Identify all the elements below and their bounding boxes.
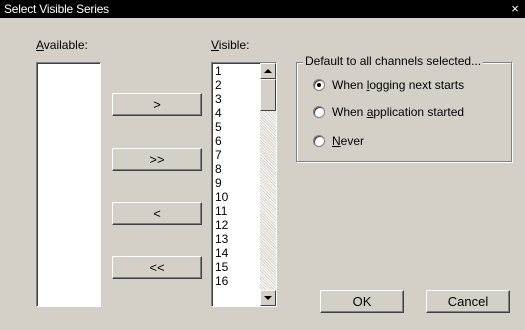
list-item[interactable]: 6	[215, 135, 222, 147]
radio-label-never[interactable]: Never	[332, 134, 364, 148]
dialog-window: Select Visible Series × Available: > >> …	[0, 0, 525, 330]
remove-button[interactable]: <	[112, 202, 202, 225]
list-item[interactable]: 3	[215, 93, 222, 105]
list-item[interactable]: 13	[215, 233, 228, 245]
visible-listbox[interactable]: 1 2 3 4 5 6 7 8 9 10 11 12 13 14 15 16	[211, 62, 277, 307]
ok-button[interactable]: OK	[320, 290, 404, 313]
list-item[interactable]: 15	[215, 261, 228, 273]
radio-selected-dot	[317, 83, 321, 87]
list-item[interactable]: 14	[215, 247, 228, 259]
window-title: Select Visible Series	[4, 2, 109, 16]
radio-label-application[interactable]: When application started	[332, 105, 464, 119]
list-item[interactable]: 8	[215, 163, 222, 175]
list-item[interactable]: 4	[215, 107, 222, 119]
radio-application-started[interactable]	[313, 106, 325, 118]
scroll-up-arrow-icon	[264, 69, 272, 73]
list-item[interactable]: 5	[215, 121, 222, 133]
visible-scrollbar[interactable]	[260, 63, 276, 306]
list-item[interactable]: 2	[215, 79, 222, 91]
list-item[interactable]: 9	[215, 177, 222, 189]
list-item[interactable]: 11	[215, 205, 227, 217]
scroll-thumb[interactable]	[260, 79, 276, 111]
add-all-button[interactable]: >>	[112, 148, 202, 171]
list-item[interactable]: 10	[215, 191, 228, 203]
list-item[interactable]: 16	[215, 275, 228, 287]
visible-label: Visible:	[211, 38, 250, 52]
remove-all-button[interactable]: <<	[112, 256, 202, 279]
scroll-down-arrow-icon	[264, 296, 272, 300]
radio-label-logging[interactable]: When logging next starts	[332, 78, 464, 92]
add-button[interactable]: >	[112, 93, 202, 116]
available-listbox[interactable]	[36, 62, 101, 307]
cancel-button[interactable]: Cancel	[426, 290, 510, 313]
scroll-down-button[interactable]	[260, 290, 276, 306]
scroll-up-button[interactable]	[260, 63, 276, 79]
group-legend: Default to all channels selected...	[303, 54, 484, 68]
list-item[interactable]: 1	[215, 65, 222, 77]
close-icon[interactable]: ×	[507, 1, 523, 17]
list-item[interactable]: 12	[215, 219, 228, 231]
radio-never[interactable]	[313, 135, 325, 147]
list-item[interactable]: 7	[215, 149, 222, 161]
radio-logging-next-starts[interactable]	[313, 79, 325, 91]
available-label: Available:	[36, 38, 88, 52]
title-bar[interactable]: Select Visible Series ×	[0, 0, 525, 18]
